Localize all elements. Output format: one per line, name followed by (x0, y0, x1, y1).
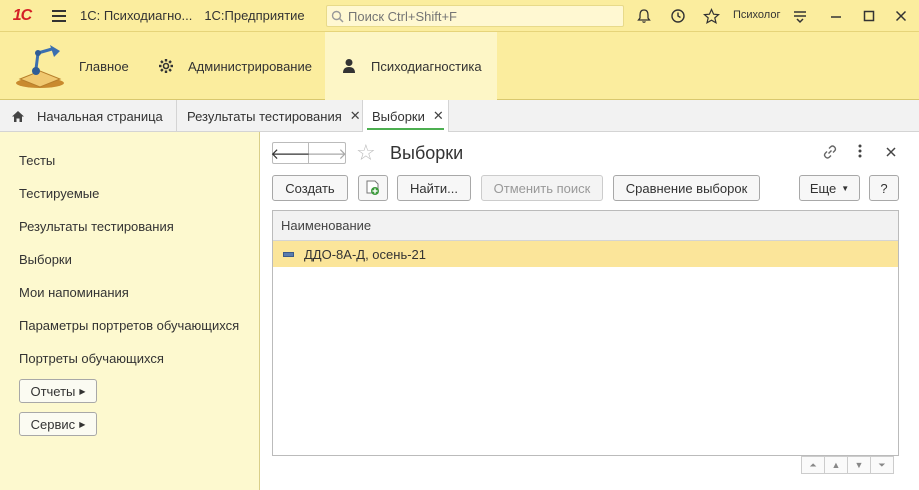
gear-icon (159, 59, 173, 73)
person-icon (343, 59, 355, 73)
nav-item-samples[interactable]: Выборки (19, 252, 72, 267)
section-administration[interactable]: Администрирование (158, 32, 324, 100)
samples-table: Наименование ДДО-8А-Д, осень-21 (272, 210, 899, 456)
back-arrow-icon[interactable]: 🡐 (270, 143, 311, 163)
section-psychodiagnostics[interactable]: Психодиагностика (325, 32, 497, 100)
table-cell-name: ДДО-8А-Д, осень-21 (304, 246, 427, 262)
caret-down-icon: ▼ (841, 183, 850, 193)
more-vertical-icon[interactable] (858, 144, 862, 161)
nav-item-student-portraits[interactable]: Портреты обучающихся (19, 351, 164, 366)
table-row[interactable]: ДДО-8А-Д, осень-21 (273, 241, 898, 267)
help-button[interactable]: ? (869, 175, 899, 201)
tab-home-label: Начальная страница (37, 108, 163, 124)
tab-home[interactable]: Начальная страница (0, 100, 177, 132)
create-button[interactable]: Создать (272, 175, 348, 201)
search-input[interactable] (348, 8, 618, 24)
section-main-label: Главное (79, 58, 129, 74)
forward-arrow-icon[interactable]: 🡒 (307, 143, 347, 163)
create-copy-button[interactable] (358, 175, 388, 201)
close-tab-icon[interactable]: ✕ (433, 108, 444, 124)
more-button[interactable]: Еще ▼ (799, 175, 860, 201)
close-form-icon[interactable] (886, 144, 896, 160)
current-user[interactable]: Психолог (733, 9, 780, 21)
nav-item-testees[interactable]: Тестируемые (19, 186, 99, 201)
nav-item-tests[interactable]: Тесты (19, 153, 55, 168)
section-psychodiagnostics-label: Психодиагностика (371, 58, 482, 74)
more-button-label: Еще (809, 180, 837, 196)
add-document-icon (366, 180, 379, 195)
caret-right-icon: ▶ (79, 386, 86, 396)
title-bar: 1С 1С: Психодиагно... 1С:Предприятие Пси… (0, 0, 919, 32)
section-main[interactable]: Главное (14, 32, 144, 100)
compare-samples-button[interactable]: Сравнение выборок (613, 175, 760, 201)
link-icon[interactable] (822, 144, 838, 163)
section-administration-label: Администрирование (188, 58, 312, 74)
cancel-search-button[interactable]: Отменить поиск (481, 175, 603, 201)
reports-button-label: Отчеты (30, 383, 76, 399)
nav-item-test-results[interactable]: Результаты тестирования (19, 219, 174, 234)
bell-icon[interactable] (634, 6, 654, 26)
app-subtitle: 1С:Предприятие (204, 8, 305, 23)
find-button[interactable]: Найти... (397, 175, 471, 201)
reports-button[interactable]: Отчеты ▶ (19, 379, 97, 403)
nav-item-reminders[interactable]: Мои напоминания (19, 285, 129, 300)
add-to-favorites-star-icon[interactable]: ☆ (356, 140, 376, 166)
scroll-down-icon[interactable]: ▼ (847, 456, 871, 474)
active-tab-indicator (367, 128, 444, 130)
nav-item-portrait-parameters[interactable]: Параметры портретов обучающихся (19, 318, 239, 333)
section-navigation: Тесты Тестируемые Результаты тестировани… (0, 132, 260, 490)
tab-test-results-label: Результаты тестирования (187, 108, 342, 124)
history-icon[interactable] (668, 6, 688, 26)
scroll-up-icon[interactable]: ▲ (824, 456, 848, 474)
close-window-icon[interactable] (891, 6, 911, 26)
app-title: 1С: Психодиагно... (80, 8, 193, 23)
home-icon (12, 110, 24, 122)
list-item-icon (283, 251, 294, 257)
close-tab-icon[interactable]: ✕ (350, 108, 361, 124)
minimize-icon[interactable] (826, 6, 846, 26)
samples-form: 🡐 🡒 ☆ Выборки Создать Найти... Отменить … (260, 132, 919, 490)
column-header-name[interactable]: Наименование (273, 211, 898, 241)
desk-lamp-icon (16, 45, 64, 88)
maximize-icon[interactable] (859, 6, 879, 26)
service-button-label: Сервис (30, 416, 76, 432)
settings-menu-icon[interactable] (790, 6, 810, 26)
service-button[interactable]: Сервис ▶ (19, 412, 97, 436)
search-icon (331, 10, 344, 23)
history-navigation: 🡐 🡒 (270, 142, 347, 164)
main-menu-button[interactable] (44, 0, 74, 32)
caret-right-icon: ▶ (79, 419, 86, 429)
favorites-star-icon[interactable] (701, 6, 721, 26)
open-windows-tabs: Начальная страница Результаты тестирован… (0, 100, 919, 132)
scroll-to-bottom-icon[interactable]: ⏷ (870, 456, 894, 474)
list-scroll-buttons: ⏶ ▲ ▼ ⏷ (801, 456, 894, 474)
sections-panel: Главное Администрирование Психодиагности… (0, 32, 919, 100)
form-title: Выборки (390, 143, 464, 163)
tab-samples-label: Выборки (372, 108, 425, 124)
tab-test-results[interactable]: Результаты тестирования ✕ (177, 100, 363, 132)
global-search[interactable] (326, 5, 624, 27)
scroll-to-top-icon[interactable]: ⏶ (801, 456, 825, 474)
tab-samples[interactable]: Выборки ✕ (363, 100, 449, 132)
1c-logo-icon: 1С (12, 6, 32, 24)
